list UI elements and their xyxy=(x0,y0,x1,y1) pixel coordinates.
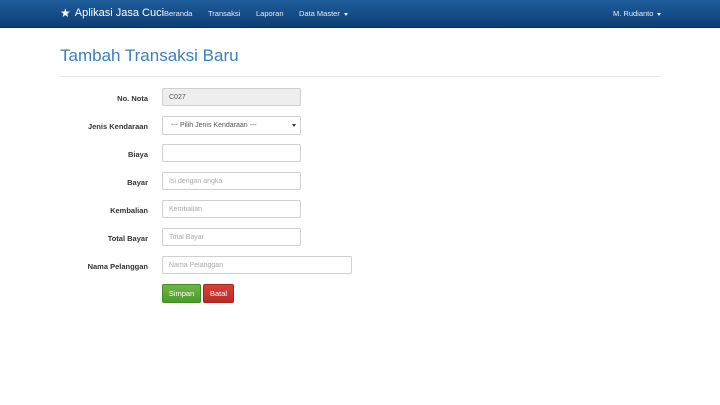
jenis-kendaraan-label: Jenis Kendaraan xyxy=(87,122,148,131)
nav-item-laporan[interactable]: Laporan xyxy=(256,0,284,27)
nav-item-data-master[interactable]: Data Master xyxy=(299,0,348,27)
nama-pelanggan-field[interactable] xyxy=(162,256,352,274)
page-title: Tambah Transaksi Baru xyxy=(60,46,239,65)
jenis-kendaraan-selected: --- Pilih Jenis Kendaraan --- xyxy=(171,122,257,129)
jenis-kendaraan-select[interactable]: --- Pilih Jenis Kendaraan --- xyxy=(162,116,301,135)
user-name: M. Rudianto xyxy=(613,9,654,18)
no-nota-field[interactable] xyxy=(162,88,301,106)
total-bayar-label: Total Bayar xyxy=(107,234,148,243)
nav-item-beranda[interactable]: Beranda xyxy=(164,0,192,27)
dropdown-arrow-icon xyxy=(292,124,296,127)
title-divider xyxy=(60,76,660,77)
total-bayar-field[interactable] xyxy=(162,228,301,246)
nav-item-data-master-label: Data Master xyxy=(299,9,340,18)
top-navbar: ★ Aplikasi Jasa Cuci Beranda Transaksi L… xyxy=(0,0,720,28)
chevron-down-icon xyxy=(343,12,348,16)
nama-pelanggan-label: Nama Pelanggan xyxy=(87,262,148,271)
chevron-down-icon xyxy=(657,12,662,16)
brand-link[interactable]: ★ Aplikasi Jasa Cuci xyxy=(60,0,164,27)
brand-label: Aplikasi Jasa Cuci xyxy=(74,7,165,19)
star-icon: ★ xyxy=(60,6,71,20)
kembalian-field[interactable] xyxy=(162,200,301,218)
bayar-field[interactable] xyxy=(162,172,301,190)
nav-item-transaksi[interactable]: Transaksi xyxy=(208,0,240,27)
kembalian-label: Kembalian xyxy=(110,206,148,215)
cancel-button[interactable]: Batal xyxy=(203,284,234,303)
biaya-field[interactable] xyxy=(162,144,301,162)
user-menu[interactable]: M. Rudianto xyxy=(613,0,662,27)
no-nota-label: No. Nota xyxy=(117,94,148,103)
save-button[interactable]: Simpan xyxy=(162,284,201,303)
biaya-label: Biaya xyxy=(127,150,148,159)
bayar-label: Bayar xyxy=(127,178,148,187)
